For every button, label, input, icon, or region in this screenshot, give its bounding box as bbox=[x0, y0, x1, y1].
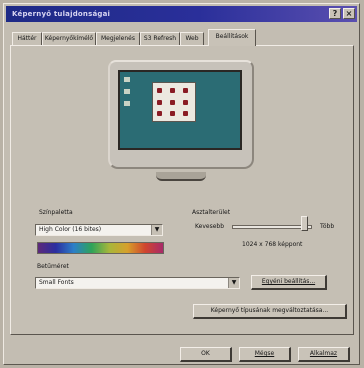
monitor-preview bbox=[108, 60, 254, 169]
font-size-label: Betűméret bbox=[37, 263, 69, 270]
desktop-icon bbox=[124, 89, 130, 94]
tab-screensaver[interactable]: Képernyőkímélő bbox=[42, 32, 96, 45]
desktop-preview bbox=[118, 70, 242, 150]
resolution-slider-thumb[interactable] bbox=[301, 216, 308, 231]
tab-s3-refresh[interactable]: S3 Refresh bbox=[140, 32, 180, 45]
settings-panel: Színpaletta High Color (16 bites) ▼ Aszt… bbox=[10, 45, 354, 335]
colors-label: Színpaletta bbox=[39, 209, 73, 216]
title-bar[interactable]: Képernyő tulajdonságai ? × bbox=[6, 6, 357, 22]
tab-appearance[interactable]: Megjelenés bbox=[96, 32, 140, 45]
font-size-value: Small Fonts bbox=[39, 279, 74, 286]
font-size-select[interactable]: Small Fonts ▼ bbox=[35, 277, 240, 289]
resolution-slider-track[interactable] bbox=[232, 225, 312, 229]
window-title: Képernyő tulajdonságai bbox=[12, 10, 111, 18]
close-button[interactable]: × bbox=[343, 8, 355, 19]
preview-window bbox=[152, 82, 196, 122]
cancel-button[interactable]: Mégse bbox=[239, 347, 291, 362]
resolution-value: 1024 x 768 képpont bbox=[242, 241, 303, 248]
tab-settings[interactable]: Beállítások bbox=[208, 29, 256, 46]
tab-web[interactable]: Web bbox=[180, 32, 204, 45]
custom-settings-button[interactable]: Egyéni beállítás... bbox=[251, 275, 327, 290]
display-properties-window: Képernyő tulajdonságai ? × Háttér Képern… bbox=[3, 3, 360, 365]
color-palette-select[interactable]: High Color (16 bites) ▼ bbox=[35, 224, 163, 236]
resolution-label: Asztalterület bbox=[192, 209, 231, 216]
apply-button[interactable]: Alkalmaz bbox=[298, 347, 350, 362]
desktop-icon bbox=[124, 77, 130, 82]
color-spectrum-bar bbox=[37, 242, 164, 254]
desktop-icon bbox=[124, 101, 130, 106]
monitor-stand bbox=[156, 172, 206, 181]
tab-strip: Háttér Képernyőkímélő Megjelenés S3 Refr… bbox=[12, 29, 332, 46]
chevron-down-icon[interactable]: ▼ bbox=[151, 225, 162, 235]
ok-button[interactable]: OK bbox=[180, 347, 232, 362]
help-button[interactable]: ? bbox=[329, 8, 341, 19]
resolution-min-label: Kevesebb bbox=[195, 223, 225, 230]
chevron-down-icon[interactable]: ▼ bbox=[228, 278, 239, 288]
color-palette-value: High Color (16 bites) bbox=[39, 226, 102, 233]
change-display-type-button[interactable]: Képernyő típusának megváltoztatása... bbox=[193, 304, 347, 319]
tab-background[interactable]: Háttér bbox=[12, 32, 42, 45]
resolution-max-label: Több bbox=[320, 223, 335, 230]
